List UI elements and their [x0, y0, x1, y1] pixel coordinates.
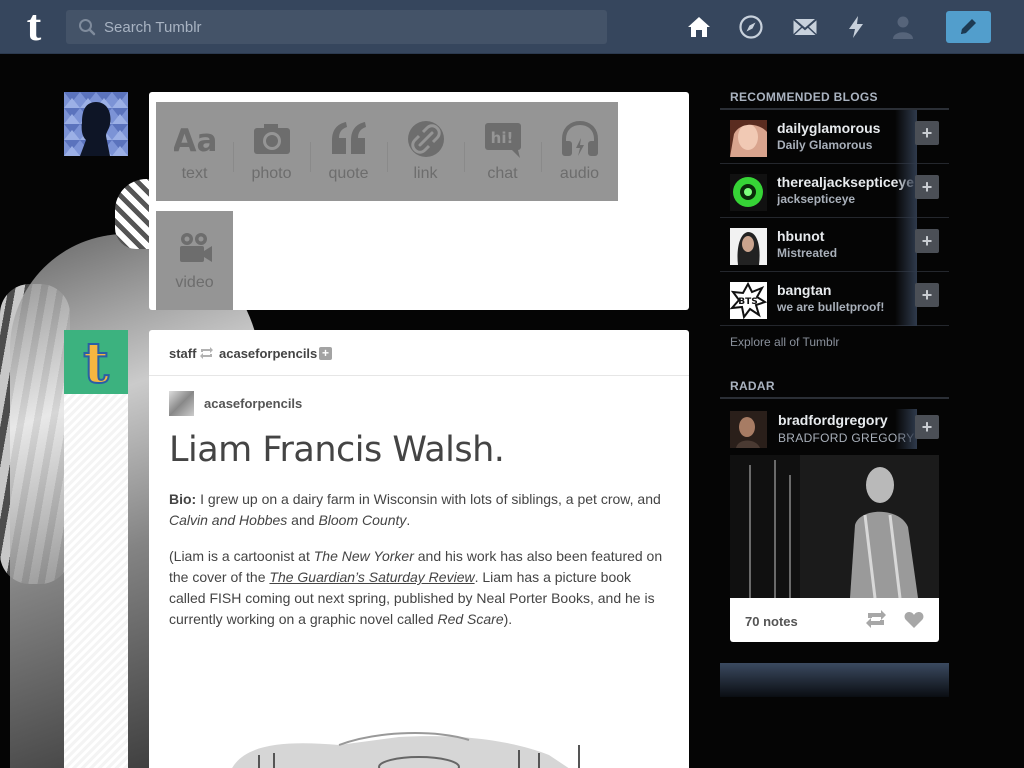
follow-button[interactable]: +: [915, 415, 939, 439]
post-title: Liam Francis Walsh.: [169, 430, 505, 470]
quote-icon: [332, 122, 366, 154]
recommended-blog[interactable]: dailyglamorous Daily Glamorous +: [720, 110, 949, 164]
radar-photo[interactable]: [730, 455, 939, 598]
my-avatar[interactable]: [64, 92, 128, 156]
svg-text:Aa: Aa: [174, 123, 216, 159]
follow-button[interactable]: +: [915, 229, 939, 253]
blog-avatar: [730, 228, 767, 265]
recommended-blog[interactable]: BTS bangtan we are bulletproof! +: [720, 272, 949, 326]
blog-avatar: [730, 120, 767, 157]
follow-button[interactable]: +: [915, 175, 939, 199]
explore-icon[interactable]: [738, 14, 764, 40]
fade-overlay: [895, 164, 917, 218]
chat-icon-text: hi!: [491, 129, 514, 147]
description-paragraph: (Liam is a cartoonist at The New Yorker …: [169, 548, 663, 627]
follow-source-button[interactable]: +: [319, 347, 332, 360]
divider: [720, 397, 949, 399]
activity-icon[interactable]: [843, 14, 869, 40]
blog-avatar: [730, 174, 767, 211]
post-body: Bio: I grew up on a dairy farm in Wiscon…: [169, 489, 669, 645]
explore-link[interactable]: Explore all of Tumblr: [730, 335, 839, 349]
recommended-blog[interactable]: therealjacksepticeye jacksepticeye +: [720, 164, 949, 218]
post-type-label: chat: [487, 165, 518, 182]
guardian-link[interactable]: The Guardian’s Saturday Review: [269, 569, 474, 585]
staff-avatar[interactable]: t: [64, 329, 128, 397]
headphones-icon: [562, 120, 598, 156]
author-avatar[interactable]: [169, 391, 194, 416]
fade-overlay: [895, 110, 917, 164]
reblogger-name[interactable]: staff: [169, 346, 196, 361]
chat-icon: hi!: [485, 123, 521, 158]
post-type-label: text: [181, 165, 208, 182]
reblog-icon[interactable]: [865, 610, 887, 628]
tumblr-logo[interactable]: t: [14, 4, 54, 48]
search-icon: [79, 19, 96, 36]
post-header: staff acaseforpencils +: [149, 330, 689, 376]
post-type-audio[interactable]: audio: [541, 102, 618, 201]
post-composer: Aa text photo quote link hi! chat audio …: [149, 92, 689, 310]
note-count[interactable]: 70 notes: [745, 614, 798, 629]
follow-button[interactable]: +: [915, 121, 939, 145]
heart-icon[interactable]: [904, 611, 924, 629]
svg-text:t: t: [83, 330, 109, 394]
post-type-text[interactable]: Aa text: [156, 102, 233, 201]
post-type-label: link: [413, 165, 438, 182]
search-input[interactable]: [104, 10, 594, 44]
dashboard-post: staff acaseforpencils + acaseforpencils …: [149, 330, 689, 768]
post-type-link[interactable]: link: [387, 102, 464, 201]
radar-avatar: [730, 411, 767, 448]
recommended-blogs-heading: RECOMMENDED BLOGS: [730, 90, 878, 104]
post-type-grid: Aa text photo quote link hi! chat audio: [156, 102, 618, 201]
blog-avatar: BTS: [730, 282, 767, 319]
account-icon[interactable]: [890, 14, 916, 40]
fade-overlay: [895, 409, 917, 449]
link-icon: [408, 121, 444, 157]
fade-overlay: [895, 218, 917, 272]
post-type-quote[interactable]: quote: [310, 102, 387, 201]
fade-overlay: [895, 272, 917, 326]
post-type-label: video: [175, 274, 214, 291]
post-type-label: quote: [328, 165, 369, 182]
radar-blog[interactable]: bradfordgregory BRADFORD GREGORY +: [720, 409, 949, 455]
radar-post-footer: 70 notes: [730, 598, 939, 642]
post-type-label: audio: [559, 165, 600, 182]
compose-button[interactable]: [946, 11, 991, 43]
post-type-label: photo: [251, 165, 292, 182]
search-box[interactable]: [66, 10, 607, 44]
radar-heading: RADAR: [730, 379, 775, 393]
avatar-rail: [64, 394, 128, 768]
post-type-chat[interactable]: hi! chat: [464, 102, 541, 201]
inbox-icon[interactable]: [792, 14, 818, 40]
pencil-icon: [961, 19, 976, 34]
author-name[interactable]: acaseforpencils: [204, 396, 302, 411]
home-icon[interactable]: [686, 14, 712, 40]
bio-paragraph: Bio: I grew up on a dairy farm in Wiscon…: [169, 491, 661, 528]
top-navigation-bar: t: [0, 0, 1024, 54]
post-illustration: [232, 732, 580, 768]
recommended-blog[interactable]: hbunot Mistreated +: [720, 218, 949, 272]
post-type-photo[interactable]: photo: [233, 102, 310, 201]
reblog-icon: [200, 347, 213, 359]
video-camera-icon: [180, 233, 212, 262]
source-blog-name[interactable]: acaseforpencils: [219, 346, 317, 361]
bts-badge-text: BTS: [738, 297, 757, 307]
text-icon: Aa: [174, 123, 216, 159]
follow-button[interactable]: +: [915, 283, 939, 307]
camera-icon: [254, 124, 290, 154]
post-type-video[interactable]: video: [156, 211, 233, 310]
sidebar-ad-bar: [720, 663, 949, 697]
